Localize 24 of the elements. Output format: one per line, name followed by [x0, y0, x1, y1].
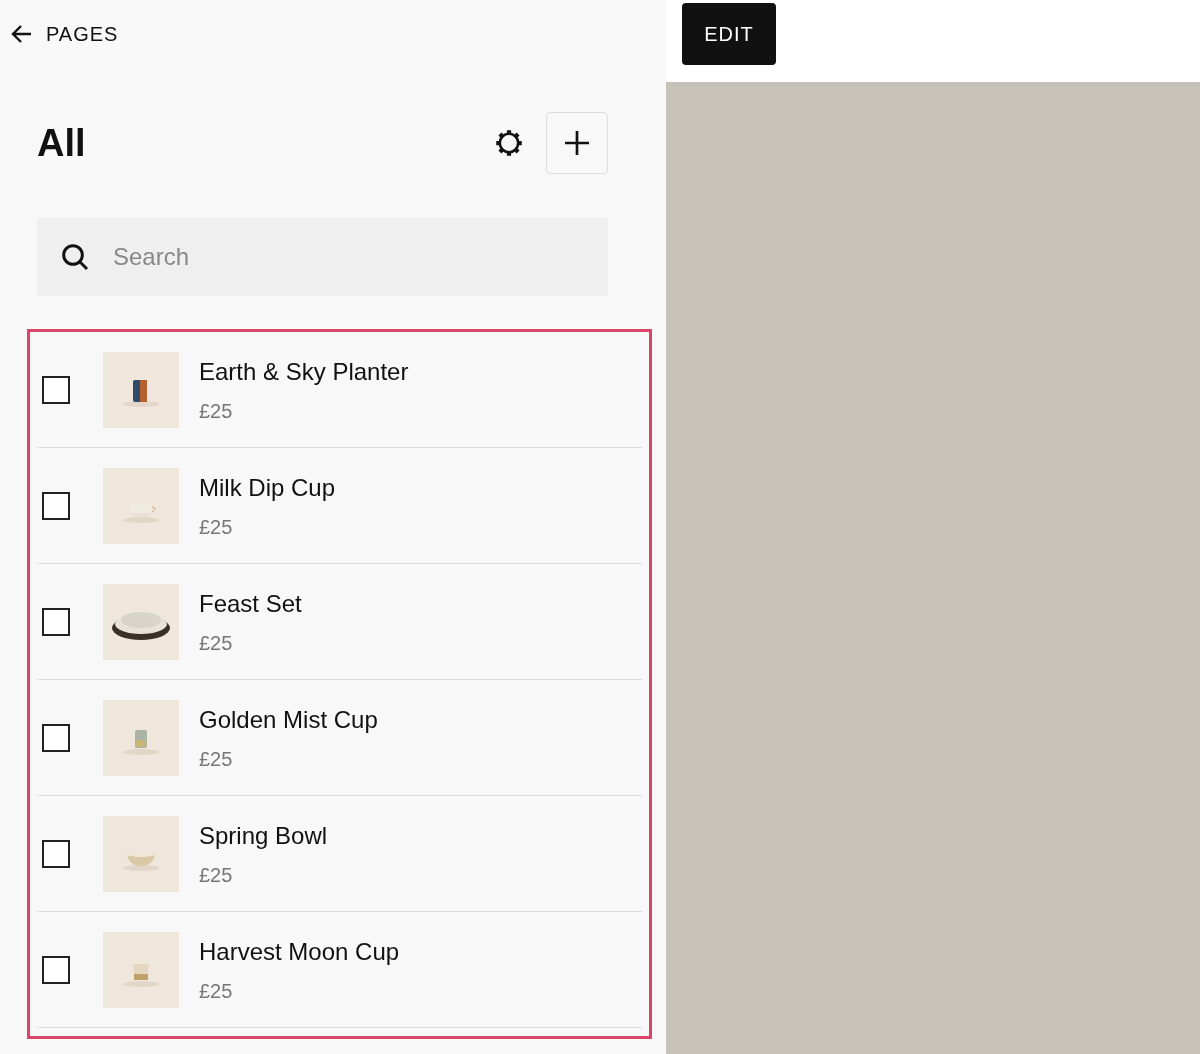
checkbox[interactable] [42, 723, 70, 752]
add-button[interactable] [546, 112, 608, 174]
product-name: Spring Bowl [199, 820, 328, 851]
checkbox[interactable] [42, 491, 70, 520]
product-price: £25 [199, 514, 234, 540]
product-name: Harvest Moon Cup [199, 936, 400, 967]
product-price: £25 [199, 862, 234, 888]
search-icon [59, 241, 91, 273]
edit-button[interactable]: EDIT [682, 3, 776, 65]
product-price: £25 [199, 746, 234, 772]
search-field[interactable]: Search [37, 218, 608, 296]
checkbox[interactable] [42, 955, 70, 984]
checkbox[interactable] [42, 607, 70, 636]
checkbox[interactable] [42, 375, 70, 404]
page-title: All [37, 120, 86, 166]
product-name: Feast Set [199, 588, 302, 619]
product-name: Golden Mist Cup [199, 704, 378, 735]
product-price: £25 [199, 630, 234, 656]
product-price: £25 [199, 398, 234, 424]
product-price: £25 [199, 978, 234, 1004]
product-name: Earth & Sky Planter [199, 356, 409, 387]
product-name: Milk Dip Cup [199, 472, 336, 503]
back-link[interactable]: PAGES [10, 19, 119, 49]
checkbox[interactable] [42, 839, 70, 868]
